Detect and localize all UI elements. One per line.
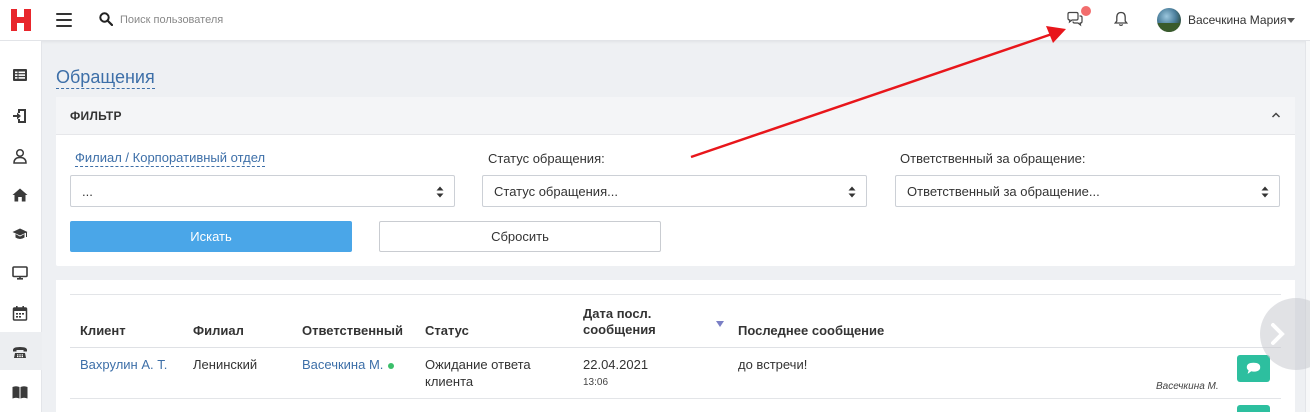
top-bar: Васечкина Мария <box>0 0 1310 41</box>
sidebar-item-library[interactable] <box>0 372 42 410</box>
row-responsible[interactable]: Васечкина М. <box>302 356 395 373</box>
row-client-link[interactable]: Вахрулин А. Т. <box>80 356 167 373</box>
sidebar-item-monitor[interactable] <box>0 253 42 291</box>
calendar-icon <box>12 306 28 321</box>
row-status-line2: клиента <box>425 374 474 389</box>
home-icon <box>12 188 28 202</box>
status-select[interactable]: Статус обращения... <box>482 175 867 207</box>
responsible-filter-label: Ответственный за обращение: <box>900 151 1086 166</box>
avatar[interactable] <box>1157 8 1181 32</box>
row-divider <box>70 398 1281 399</box>
row-responsible-link[interactable]: Васечкина М. <box>302 357 383 372</box>
sidebar-item-requests[interactable] <box>0 332 42 370</box>
filter-header[interactable]: ФИЛЬТР <box>56 97 1295 135</box>
user-name[interactable]: Васечкина Мария <box>1188 13 1286 27</box>
select-arrows-icon <box>1261 186 1269 198</box>
column-header-date-line2: сообщения <box>583 322 656 337</box>
search-icon <box>99 12 113 26</box>
menu-toggle-icon[interactable] <box>56 13 72 27</box>
sidebar-item-list[interactable] <box>0 55 42 93</box>
open-chat-button[interactable] <box>1237 405 1270 412</box>
chevron-up-icon[interactable] <box>1271 111 1281 119</box>
row-time: 13:06 <box>583 377 609 388</box>
header-divider <box>70 347 1281 348</box>
row-message-author: Васечкина М. <box>1156 381 1219 392</box>
branch-filter-label[interactable]: Филиал / Корпоративный отдел <box>75 150 266 167</box>
reset-button[interactable]: Сбросить <box>379 221 661 252</box>
column-header-responsible[interactable]: Ответственный <box>302 323 403 339</box>
responsible-select[interactable]: Ответственный за обращение... <box>895 175 1280 207</box>
column-header-date-line1: Дата посл. <box>583 306 652 321</box>
sidebar-item-users[interactable] <box>0 136 42 174</box>
chevron-down-icon[interactable] <box>1287 18 1295 23</box>
notification-badge <box>1081 6 1091 16</box>
phone-icon <box>13 347 27 358</box>
graduation-cap-icon <box>12 228 28 239</box>
bell-icon[interactable] <box>1114 11 1128 27</box>
filter-panel: ФИЛЬТР Филиал / Корпоративный отдел ... … <box>56 97 1295 266</box>
sidebar-item-calendar[interactable] <box>0 293 42 331</box>
row-branch: Ленинский <box>193 357 258 372</box>
column-header-last-message[interactable]: Последнее сообщение <box>738 323 884 339</box>
sidebar-item-home[interactable] <box>0 175 42 213</box>
select-arrows-icon <box>848 186 856 198</box>
column-header-status[interactable]: Статус <box>425 323 469 339</box>
user-search-input[interactable] <box>120 10 420 30</box>
row-date: 22.04.2021 <box>583 357 649 372</box>
table-list-icon <box>13 69 27 81</box>
responsible-select-value: Ответственный за обращение... <box>907 184 1100 199</box>
sidebar <box>0 41 42 412</box>
chevron-right-icon <box>1271 323 1285 345</box>
monitor-icon <box>12 266 28 280</box>
row-last-message: до встречи! <box>738 357 808 372</box>
branch-select-value: ... <box>82 184 93 199</box>
logo-icon[interactable] <box>10 8 32 32</box>
row-status-line1: Ожидание ответа <box>425 357 531 372</box>
open-chat-button[interactable] <box>1237 355 1270 382</box>
filter-title: ФИЛЬТР <box>70 109 122 123</box>
column-header-date[interactable]: Дата посл. сообщения <box>583 306 656 338</box>
sign-in-icon <box>13 109 26 123</box>
row-status: Ожидание ответа клиента <box>425 356 531 390</box>
online-status-dot <box>388 362 395 369</box>
search-button[interactable]: Искать <box>70 221 352 252</box>
column-header-client[interactable]: Клиент <box>80 323 126 339</box>
sidebar-item-sign-in[interactable] <box>0 96 42 134</box>
sort-desc-icon[interactable] <box>716 321 724 327</box>
requests-table: Клиент Филиал Ответственный Статус Дата … <box>70 294 1281 412</box>
page-title[interactable]: Обращения <box>56 67 155 89</box>
select-arrows-icon <box>436 186 444 198</box>
branch-select[interactable]: ... <box>70 175 455 207</box>
status-select-value: Статус обращения... <box>494 184 618 199</box>
comment-icon <box>1246 362 1261 374</box>
user-icon <box>13 148 27 164</box>
status-filter-label: Статус обращения: <box>488 151 605 166</box>
column-header-branch[interactable]: Филиал <box>193 323 244 339</box>
requests-table-panel: Клиент Филиал Ответственный Статус Дата … <box>56 280 1295 412</box>
sidebar-item-education[interactable] <box>0 214 42 252</box>
book-icon <box>12 386 28 399</box>
